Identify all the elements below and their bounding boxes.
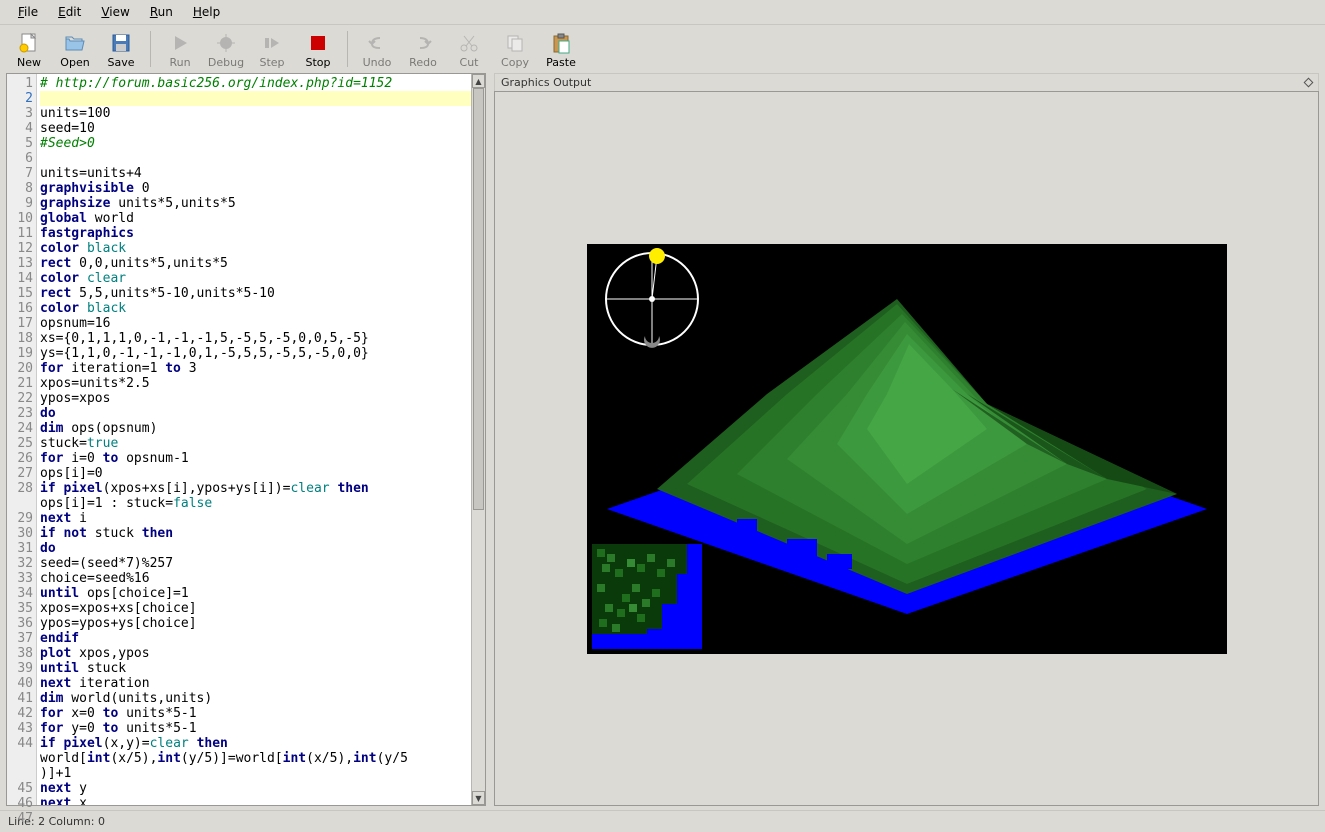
menu-help[interactable]: Help <box>183 2 230 22</box>
code-area[interactable]: # http://forum.basic256.org/index.php?id… <box>37 74 471 805</box>
graphics-panel: Graphics Output <box>494 73 1319 806</box>
toolbar-separator <box>347 31 348 67</box>
graphics-canvas <box>587 244 1227 654</box>
new-icon <box>17 31 41 55</box>
toolbar: New Open Save Run Debug Step Stop <box>0 25 1325 71</box>
save-button[interactable]: Save <box>100 29 142 69</box>
scroll-up-icon[interactable]: ▲ <box>472 74 485 88</box>
undo-icon <box>365 31 389 55</box>
copy-button: Copy <box>494 29 536 69</box>
step-icon <box>260 31 284 55</box>
paste-icon <box>549 31 573 55</box>
paste-label: Paste <box>546 55 576 69</box>
menu-file[interactable]: File <box>8 2 48 22</box>
save-icon <box>109 31 133 55</box>
toolbar-separator <box>150 31 151 67</box>
graphics-content <box>494 91 1319 806</box>
step-label: Step <box>259 55 284 69</box>
undo-button: Undo <box>356 29 398 69</box>
redo-label: Redo <box>409 55 437 69</box>
copy-icon <box>503 31 527 55</box>
graphics-header: Graphics Output <box>494 73 1319 91</box>
vertical-scrollbar[interactable]: ▲ ▼ <box>471 74 485 805</box>
stop-button[interactable]: Stop <box>297 29 339 69</box>
line-gutter: 1234567891011121314151617181920212223242… <box>7 74 37 805</box>
scroll-thumb[interactable] <box>473 88 484 510</box>
cut-button: Cut <box>448 29 490 69</box>
stop-label: Stop <box>305 55 330 69</box>
statusbar: Line: 2 Column: 0 <box>0 810 1325 832</box>
new-label: New <box>17 55 41 69</box>
scroll-track[interactable] <box>472 88 485 791</box>
menu-run[interactable]: Run <box>140 2 183 22</box>
undock-icon[interactable] <box>1304 78 1314 88</box>
scroll-down-icon[interactable]: ▼ <box>472 791 485 805</box>
cut-icon <box>457 31 481 55</box>
code-editor[interactable]: 1234567891011121314151617181920212223242… <box>6 73 486 806</box>
run-label: Run <box>169 55 190 69</box>
open-label: Open <box>60 55 89 69</box>
run-button: Run <box>159 29 201 69</box>
menu-edit[interactable]: Edit <box>48 2 91 22</box>
copy-label: Copy <box>501 55 529 69</box>
save-label: Save <box>107 55 134 69</box>
menubar: File Edit View Run Help <box>0 0 1325 25</box>
debug-label: Debug <box>208 55 244 69</box>
open-button[interactable]: Open <box>54 29 96 69</box>
graphics-title: Graphics Output <box>501 76 591 89</box>
main-area: 1234567891011121314151617181920212223242… <box>0 71 1325 810</box>
redo-button: Redo <box>402 29 444 69</box>
open-icon <box>63 31 87 55</box>
new-button[interactable]: New <box>8 29 50 69</box>
cut-label: Cut <box>460 55 479 69</box>
menu-view[interactable]: View <box>91 2 139 22</box>
redo-icon <box>411 31 435 55</box>
paste-button[interactable]: Paste <box>540 29 582 69</box>
step-button: Step <box>251 29 293 69</box>
undo-label: Undo <box>363 55 392 69</box>
run-icon <box>168 31 192 55</box>
stop-icon <box>306 31 330 55</box>
terrain-render <box>587 244 1227 654</box>
debug-icon <box>214 31 238 55</box>
debug-button: Debug <box>205 29 247 69</box>
